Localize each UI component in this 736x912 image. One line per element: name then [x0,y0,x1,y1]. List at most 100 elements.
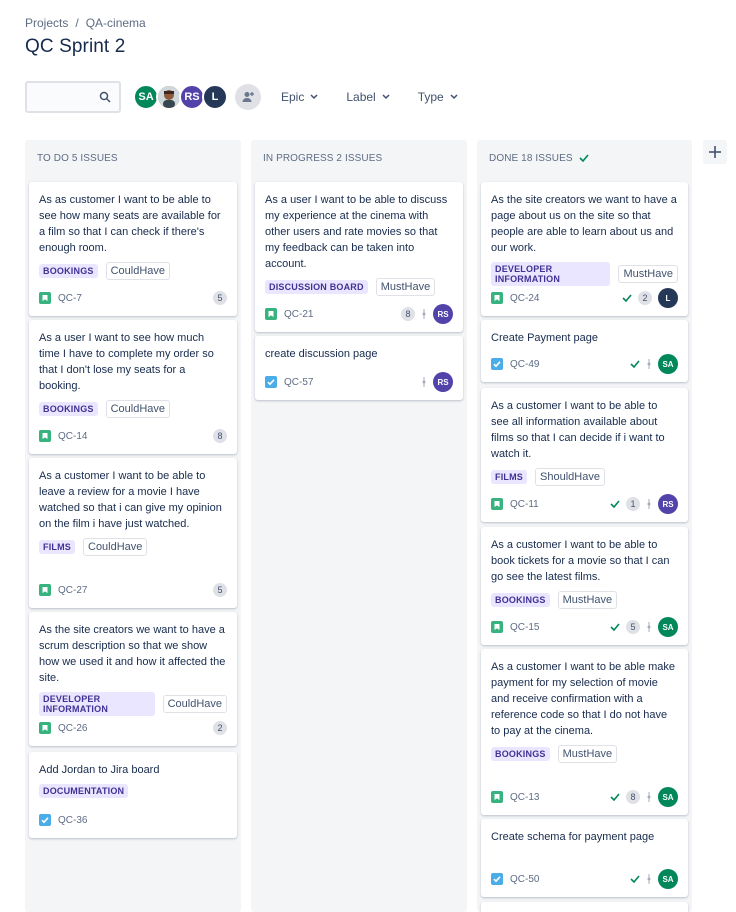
priority-medium-icon [422,309,426,319]
done-check-icon [630,360,640,368]
label-lozenge: DOCUMENTATION [39,784,129,798]
board-page: Projects / QA-cinema QC Sprint 2 SA RS L… [0,0,736,912]
issue-card[interactable]: As a customer I want to be able to leave… [29,458,237,608]
label-lozenge: FILMS [491,470,527,484]
priority-medium-icon [647,499,651,509]
search-input[interactable] [25,81,121,113]
issue-card[interactable]: As a customer I want to be able to book … [481,527,688,645]
chevron-down-icon [382,94,390,100]
issue-card[interactable]: As a user I want to be able to discuss m… [255,182,463,332]
type-filter-label: Type [417,90,444,104]
priority-tag: CouldHave [162,695,227,713]
assignee-avatars: SA RS L [133,84,228,110]
issue-key[interactable]: QC-7 [58,293,82,304]
priority-tag: MustHave [557,591,618,609]
issue-summary: As a user I want to see how much time I … [39,332,214,392]
issue-key[interactable]: QC-24 [510,293,539,304]
priority-tag: ShouldHave [535,468,605,486]
issue-summary: Create Payment page [491,332,599,344]
check-icon [579,154,589,162]
story-points-badge: 5 [626,620,640,634]
issue-card[interactable]: As the site creators we want to have a p… [481,182,688,316]
issue-key[interactable]: QC-36 [58,815,87,826]
label-filter[interactable]: Label [346,90,390,104]
task-icon [491,873,503,885]
issue-summary: As a customer I want to be able to book … [491,539,670,583]
issue-key[interactable]: QC-21 [284,309,313,320]
issue-summary: As the site creators we want to have a p… [491,194,677,254]
priority-tag: CouldHave [105,400,171,418]
assignee-avatar[interactable]: SA [658,354,678,374]
label-lozenge: DEVELOPER INFORMATION [491,262,611,286]
issue-summary: As a customer I want to be able make pay… [491,661,676,737]
issue-card[interactable]: As a user I want to see how much time I … [29,320,237,454]
story-icon [39,430,51,442]
issue-summary: As as customer I want to be able to see … [39,194,221,254]
task-icon [39,814,51,826]
issue-card[interactable]: As the site creators we want to have a s… [29,612,237,746]
issue-key[interactable]: QC-14 [58,431,87,442]
done-check-icon [610,500,620,508]
priority-tag: MustHave [618,265,678,283]
breadcrumb-project[interactable]: QA-cinema [86,16,146,30]
issue-card-partial[interactable] [481,902,688,912]
priority-tag: CouldHave [83,538,148,556]
issue-key[interactable]: QC-26 [58,723,87,734]
assignee-avatar[interactable]: SA [658,869,678,889]
chevron-down-icon [310,94,318,100]
breadcrumb-projects[interactable]: Projects [25,16,68,30]
epic-filter-label: Epic [281,90,305,104]
label-filter-label: Label [346,90,376,104]
epic-filter[interactable]: Epic [281,90,318,104]
column-todo-title: TO DO 5 ISSUES [37,152,118,164]
breadcrumb: Projects / QA-cinema [25,16,146,30]
avatar-l[interactable]: L [202,84,228,110]
column-done-title: DONE 18 ISSUES [489,152,573,164]
assignee-avatar[interactable]: RS [658,494,678,514]
issue-key[interactable]: QC-11 [510,499,539,510]
assignee-avatar[interactable]: SA [658,787,678,807]
issue-card[interactable]: As as customer I want to be able to see … [29,182,237,316]
issue-card[interactable]: As a customer I want to be able to see a… [481,388,688,522]
done-check-icon [630,875,640,883]
label-lozenge: BOOKINGS [39,264,98,278]
assignee-avatar[interactable]: RS [433,304,453,324]
column-done: DONE 18 ISSUES As the site creators we w… [477,140,692,912]
story-points-badge: 5 [213,291,227,305]
priority-medium-icon [422,377,426,387]
issue-card[interactable]: As a customer I want to be able make pay… [481,649,688,815]
assignee-avatar[interactable]: RS [433,372,453,392]
add-person-icon [242,92,254,102]
add-column-button[interactable] [703,140,727,164]
issue-summary: Create schema for payment page [491,831,655,843]
story-points-badge: 2 [638,291,652,305]
assignee-avatar[interactable]: L [658,288,678,308]
issue-card[interactable]: create discussion page QC-57 RS [255,336,463,400]
plus-icon [709,146,721,158]
issue-card[interactable]: Add Jordan to Jira board DOCUMENTATION Q… [29,752,237,838]
issue-card[interactable]: Create schema for payment page QC-50 SA [481,819,688,897]
issue-summary: As the site creators we want to have a s… [39,624,226,684]
story-icon [491,292,503,304]
assignee-avatar[interactable]: SA [658,617,678,637]
board-toolbar: SA RS L Epic Label Type [25,81,458,113]
story-icon [39,584,51,596]
issue-key[interactable]: QC-49 [510,359,539,370]
issue-key[interactable]: QC-50 [510,874,539,885]
priority-tag: MustHave [557,745,618,763]
issue-key[interactable]: QC-27 [58,585,87,596]
story-icon [491,621,503,633]
column-inprogress-title: IN PROGRESS 2 ISSUES [263,152,383,164]
issue-card[interactable]: Create Payment page QC-49 SA [481,320,688,382]
issue-key[interactable]: QC-57 [284,377,313,388]
add-people-button[interactable] [235,84,261,110]
story-points-badge: 5 [213,583,227,597]
done-check-icon [610,623,620,631]
issue-key[interactable]: QC-13 [510,792,539,803]
issue-summary: As a customer I want to be able to see a… [491,400,665,460]
type-filter[interactable]: Type [418,90,458,104]
label-lozenge: BOOKINGS [39,402,98,416]
issue-key[interactable]: QC-15 [510,622,539,633]
chevron-down-icon [450,94,458,100]
search-icon [99,91,111,103]
